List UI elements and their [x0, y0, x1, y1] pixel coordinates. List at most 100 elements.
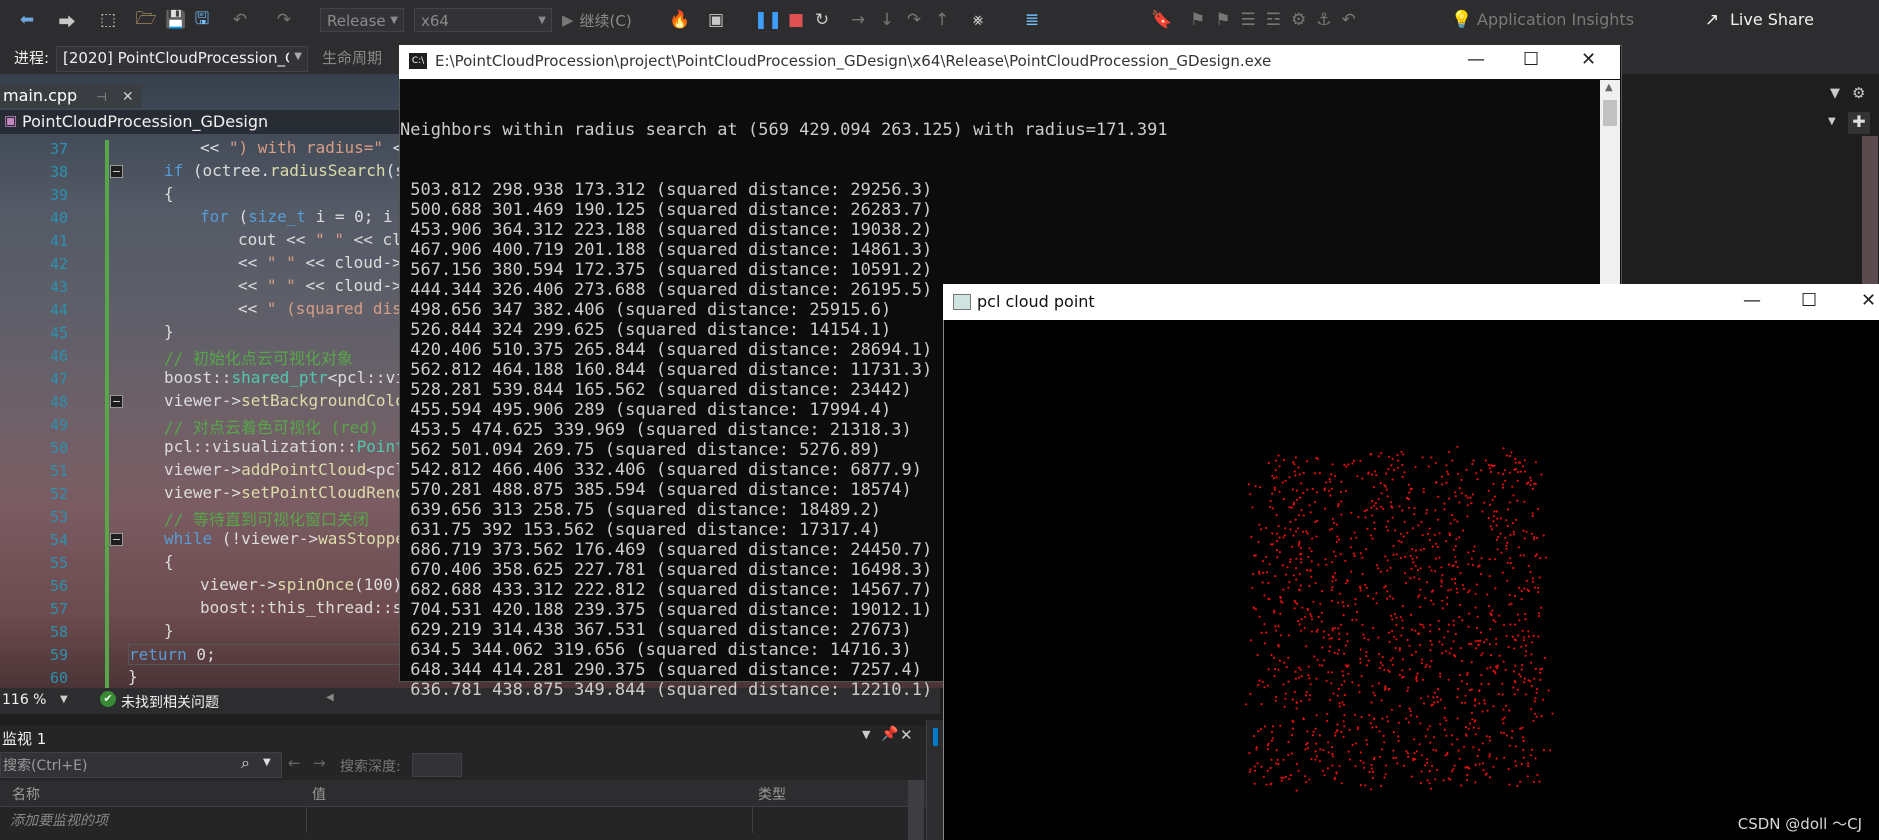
bookmark-icon[interactable]: 🔖 — [1150, 8, 1174, 32]
cloud-point — [1297, 466, 1300, 469]
process-dropdown[interactable]: [2020] PointCloudProcession_G ▼ — [56, 46, 308, 72]
hot-reload-icon[interactable]: 🔥 — [668, 8, 692, 32]
watch-scrollbar[interactable] — [908, 780, 924, 840]
col-name-header[interactable]: 名称 — [12, 784, 40, 804]
project-dropdown[interactable]: PointCloudProcession_GDesign — [22, 112, 268, 131]
close-icon[interactable]: ✕ — [900, 726, 913, 744]
cloud-point — [1479, 573, 1482, 576]
platform-dropdown[interactable]: x64 ▼ — [414, 8, 552, 32]
cloud-point — [1523, 500, 1526, 503]
col-type-header[interactable]: 类型 — [758, 784, 786, 804]
maximize-icon[interactable]: ☐ — [1523, 49, 1539, 70]
side-tab-marker[interactable] — [933, 728, 938, 746]
search-icon[interactable]: ⌕ — [241, 753, 250, 773]
pin-icon[interactable]: 📌 — [881, 726, 898, 742]
cloud-point — [1486, 667, 1489, 670]
scroll-left-icon[interactable]: ◀ — [326, 692, 334, 703]
tab-list-dropdown-icon[interactable]: ▼ — [1830, 86, 1840, 101]
chevron-down-icon[interactable]: ▼ — [263, 757, 271, 768]
back-icon[interactable]: ⬅ — [12, 8, 42, 32]
fold-toggle-48[interactable] — [110, 395, 123, 408]
nav-dropdown-icon[interactable]: ▼ — [1828, 116, 1836, 127]
close-icon[interactable]: ✕ — [1581, 49, 1596, 70]
live-share-icon[interactable]: ↗ — [1700, 8, 1724, 32]
cloud-point — [1344, 664, 1347, 667]
config-dropdown[interactable]: Release ▼ — [320, 8, 404, 32]
application-insights-label[interactable]: Application Insights — [1477, 8, 1634, 32]
step-over-icon[interactable]: ↷ — [902, 8, 926, 32]
fold-toggle-54[interactable] — [110, 533, 123, 546]
open-folder-icon[interactable]: 🗁 — [134, 8, 158, 32]
issues-status[interactable]: 未找到相关问题 — [121, 692, 219, 712]
cloud-point — [1310, 550, 1313, 553]
console-titlebar[interactable]: C:\ E:\PointCloudProcession\project\Poin… — [399, 45, 1620, 79]
cloud-point — [1436, 545, 1439, 549]
minimize-icon[interactable]: — — [1743, 290, 1761, 311]
watch-search-input[interactable]: 搜索(Ctrl+E) ⌕ ▼ — [0, 752, 282, 778]
pin-icon[interactable]: ⊣ — [96, 90, 106, 104]
step-into-icon[interactable]: ↓ — [875, 8, 899, 32]
cloud-point — [1263, 594, 1266, 597]
cloud-point — [1327, 671, 1330, 674]
close-icon[interactable]: ✕ — [122, 89, 134, 105]
window-menu-icon[interactable]: ▼ — [862, 728, 870, 741]
restart-icon[interactable]: ↻ — [810, 8, 834, 32]
col-value-header[interactable]: 值 — [312, 784, 326, 804]
watch-add-row[interactable]: 添加要监视的项 — [0, 806, 926, 833]
cloud-point — [1369, 534, 1372, 537]
show-next-statement-icon[interactable]: → — [846, 8, 870, 32]
step-out-icon[interactable]: ↑ — [930, 8, 954, 32]
redo-icon[interactable]: ↷ — [272, 8, 296, 32]
zoom-level[interactable]: 116 % — [2, 692, 46, 708]
close-icon[interactable]: ✕ — [1861, 290, 1876, 311]
toolbar-misc-icons[interactable]: ⚑⚑☰☲⚙⚓↶ — [1190, 8, 1390, 32]
browser-link-icon[interactable]: ▣ — [704, 8, 728, 32]
point-cloud-canvas[interactable] — [944, 320, 1879, 840]
cloud-point — [1478, 689, 1481, 693]
cloud-point — [1504, 704, 1508, 707]
cloud-point — [1502, 708, 1505, 711]
live-share-button[interactable]: Live Share — [1730, 8, 1814, 32]
cloud-point — [1495, 643, 1498, 646]
pcl-viewer-window[interactable]: CSDN @doll ～CJ — [943, 284, 1879, 840]
cloud-point — [1409, 554, 1412, 557]
new-project-icon[interactable]: ⬚ — [96, 8, 120, 32]
chevron-down-icon[interactable]: ▼ — [60, 694, 68, 705]
line-number: 42 — [49, 255, 68, 273]
console-line: 503.812 298.938 173.312 (squared distanc… — [400, 180, 933, 200]
cloud-point — [1489, 525, 1492, 528]
cloud-point — [1386, 715, 1389, 718]
save-icon[interactable]: 💾 — [164, 8, 188, 32]
scroll-up-icon[interactable]: ▲ — [1605, 82, 1613, 93]
pcl-titlebar[interactable]: pcl cloud point — ☐ ✕ — [943, 284, 1879, 320]
undo-icon[interactable]: ↶ — [228, 8, 252, 32]
fold-toggle-38[interactable] — [110, 165, 123, 178]
search-depth-dropdown[interactable] — [412, 753, 462, 777]
cloud-point — [1522, 739, 1525, 743]
forward-icon[interactable]: ⮕ — [56, 8, 78, 33]
stop-icon[interactable]: ■ — [784, 8, 808, 32]
cloud-point — [1344, 582, 1347, 585]
search-back-icon[interactable]: ← — [288, 754, 301, 772]
maximize-icon[interactable]: ☐ — [1801, 290, 1817, 311]
search-forward-icon[interactable]: → — [313, 754, 326, 772]
cloud-point — [1388, 455, 1391, 458]
split-editor-icon[interactable]: ✚ — [1848, 112, 1870, 134]
cloud-point — [1540, 715, 1543, 718]
cloud-point — [1336, 535, 1339, 538]
pause-icon[interactable]: ❚❚ — [754, 8, 783, 32]
minimize-icon[interactable]: — — [1467, 49, 1485, 70]
settings-gear-icon[interactable]: ⚙ — [1852, 84, 1865, 102]
cloud-point — [1454, 545, 1457, 548]
lifecycle-label[interactable]: 生命周期 — [322, 47, 382, 68]
save-all-icon[interactable]: 🖫 — [190, 8, 214, 32]
cloud-point — [1490, 528, 1493, 531]
console-scroll-thumb[interactable] — [1603, 100, 1617, 126]
continue-button[interactable]: ▶ 继续(C) — [562, 8, 662, 32]
cloud-point — [1524, 618, 1527, 621]
thread-icon[interactable]: ≣ — [1020, 8, 1044, 32]
cloud-point — [1342, 703, 1346, 706]
hex-display-icon[interactable]: ⨳ — [966, 8, 990, 32]
cloud-point — [1514, 457, 1517, 460]
tab-main-cpp[interactable]: main.cpp ⊣ ✕ — [0, 84, 142, 108]
